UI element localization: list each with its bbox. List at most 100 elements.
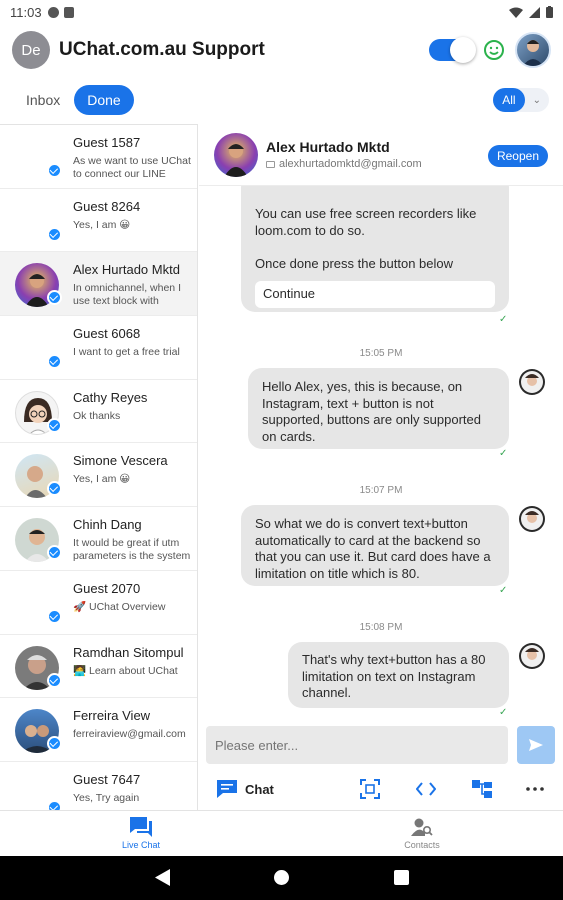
- message-text: That's why text+button has a 80 limitati…: [302, 652, 486, 700]
- conversation-item[interactable]: Simone Vescera Yes, I am 😀: [0, 443, 197, 508]
- conversation-item[interactable]: Alex Hurtado Mktd In omnichannel, when I…: [0, 252, 197, 317]
- conversation-item[interactable]: Guest 7647 Yes, Try again: [0, 762, 197, 810]
- messenger-icon: [47, 736, 62, 752]
- tab-done[interactable]: Done: [74, 85, 134, 115]
- app-header: De UChat.com.au Support: [0, 24, 563, 76]
- more-horizontal-icon: [526, 787, 544, 791]
- conversation-name: Guest 7647: [73, 771, 141, 787]
- message-bubble-outgoing: Hello Alex, yes, this is because, on Ins…: [248, 368, 509, 449]
- chat-mode-label: Chat: [245, 781, 274, 797]
- conversation-preview: I want to get a free trial: [73, 346, 180, 359]
- conversation-item[interactable]: Ferreira View ferreiraview@gmail.com: [0, 698, 197, 762]
- message-text: So what we do is convert text+button aut…: [255, 516, 491, 581]
- flow-tool-button[interactable]: [471, 779, 493, 799]
- messenger-icon: [47, 417, 62, 433]
- read-check-icon: ✓: [499, 585, 508, 596]
- conversation-name: Chinh Dang: [73, 517, 142, 533]
- conversation-item[interactable]: Guest 8264 Yes, I am 😀: [0, 189, 197, 253]
- contact-name: Alex Hurtado Mktd: [266, 139, 390, 155]
- conversation-name: Alex Hurtado Mktd: [73, 262, 180, 278]
- conversation-preview: 🚀 UChat Overview: [73, 600, 166, 613]
- agent-avatar: [519, 506, 545, 532]
- nav-contacts[interactable]: Contacts: [382, 817, 462, 850]
- availability-toggle[interactable]: [429, 37, 476, 63]
- code-tool-button[interactable]: [415, 779, 437, 799]
- message-bubble-incoming: You can use free screen recorders like l…: [241, 186, 509, 312]
- message-timestamp: 15:07 PM: [359, 485, 403, 496]
- send-button[interactable]: [517, 726, 555, 764]
- conversation-item[interactable]: Guest 2070 🚀 UChat Overview: [0, 571, 197, 635]
- agent-avatar: [519, 643, 545, 669]
- live-chat-icon: [130, 817, 152, 837]
- conversation-name: Ramdhan Sitompul: [73, 644, 184, 660]
- workspace-avatar[interactable]: De: [12, 31, 50, 69]
- conversation-name: Guest 1587: [73, 135, 141, 150]
- message-timestamp: 15:05 PM: [359, 348, 403, 359]
- contact-email: alexhurtadomktd@gmail.com: [279, 158, 422, 170]
- continue-button[interactable]: Continue: [255, 280, 495, 308]
- conversation-preview: Yes, I am 😀: [73, 218, 131, 231]
- message-bubble-outgoing: So what we do is convert text+button aut…: [241, 505, 509, 586]
- code-icon: [416, 782, 436, 796]
- messenger-icon: [47, 799, 62, 810]
- messenger-icon: [47, 608, 62, 624]
- message-composer: Chat: [199, 724, 563, 810]
- conversation-preview: Ok thanks: [73, 409, 121, 422]
- status-time: 11:03: [10, 4, 42, 20]
- status-bar: 11:03: [0, 0, 563, 24]
- conversation-preview: Yes, I am 😀: [73, 473, 131, 486]
- contact-avatar[interactable]: [214, 132, 258, 177]
- nav-live-chat-label: Live Chat: [121, 840, 161, 850]
- conversation-preview: Yes, Try again: [73, 791, 140, 804]
- back-icon[interactable]: [155, 869, 170, 886]
- send-icon: [529, 739, 543, 751]
- messenger-icon: [47, 226, 62, 242]
- conversation-item[interactable]: Chinh Dang It would be great if utm para…: [0, 507, 197, 571]
- message-input[interactable]: [206, 726, 508, 764]
- conversation-preview: ferreiraview@gmail.com: [73, 728, 186, 741]
- scope-filter-select[interactable]: All ⌄: [493, 88, 549, 112]
- signal-icon: [529, 6, 540, 18]
- messenger-icon: [47, 290, 62, 306]
- tab-inbox[interactable]: Inbox: [14, 86, 72, 114]
- home-icon[interactable]: [274, 870, 289, 885]
- nav-contacts-label: Contacts: [404, 840, 440, 850]
- conversation-item[interactable]: Ramdhan Sitompul 🧑‍💻 Learn about UChat: [0, 635, 197, 699]
- conversation-item[interactable]: Guest 6068 I want to get a free trial: [0, 316, 197, 380]
- conversation-item[interactable]: Guest 1587 As we want to use UChat to co…: [0, 125, 197, 189]
- messenger-icon: [47, 672, 62, 688]
- conversation-name: Cathy Reyes: [73, 389, 148, 405]
- conversation-preview: In omnichannel, when I use text block wi…: [73, 282, 181, 308]
- composer-toolbar: Chat: [199, 772, 563, 806]
- nav-live-chat[interactable]: Live Chat: [101, 817, 181, 850]
- read-check-icon: ✓: [499, 448, 508, 459]
- message-thread[interactable]: You can use free screen recorders like l…: [199, 186, 563, 724]
- conversation-name: Simone Vescera: [73, 453, 168, 469]
- conversation-name: Guest 6068: [73, 326, 141, 342]
- flow-diagram-icon: [472, 780, 492, 798]
- system-navigation-bar: [0, 856, 563, 900]
- chevron-down-icon: ⌄: [532, 94, 541, 106]
- recent-apps-icon[interactable]: [394, 870, 409, 885]
- media-tool-button[interactable]: [359, 779, 381, 799]
- page-title: UChat.com.au Support: [59, 39, 265, 60]
- chat-header: Alex Hurtado Mktd alexhurtadomktd@gmail.…: [199, 124, 563, 186]
- conversation-preview: It would be great if utm parameters is t…: [73, 537, 191, 563]
- messenger-icon: [47, 545, 62, 561]
- conversation-item[interactable]: Cathy Reyes Ok thanks: [0, 380, 197, 444]
- conversation-list: Guest 1587 As we want to use UChat to co…: [0, 124, 198, 810]
- conversation-preview: As we want to use UChat to connect our L…: [73, 155, 191, 180]
- messenger-icon: [47, 481, 62, 497]
- reopen-button[interactable]: Reopen: [487, 145, 548, 167]
- user-avatar[interactable]: [515, 32, 551, 68]
- contacts-search-icon: [411, 818, 433, 836]
- online-status-smile-icon[interactable]: [483, 39, 505, 61]
- scope-filter-value: All: [493, 88, 525, 112]
- battery-icon: [546, 6, 553, 18]
- chat-mode-button[interactable]: Chat: [217, 780, 274, 798]
- more-options-button[interactable]: [524, 779, 546, 799]
- message-text: Hello Alex, yes, this is because, on Ins…: [262, 379, 481, 444]
- message-bubble-outgoing: That's why text+button has a 80 limitati…: [288, 642, 509, 708]
- message-timestamp: 15:08 PM: [359, 622, 403, 633]
- chat-panel: Alex Hurtado Mktd alexhurtadomktd@gmail.…: [199, 124, 563, 810]
